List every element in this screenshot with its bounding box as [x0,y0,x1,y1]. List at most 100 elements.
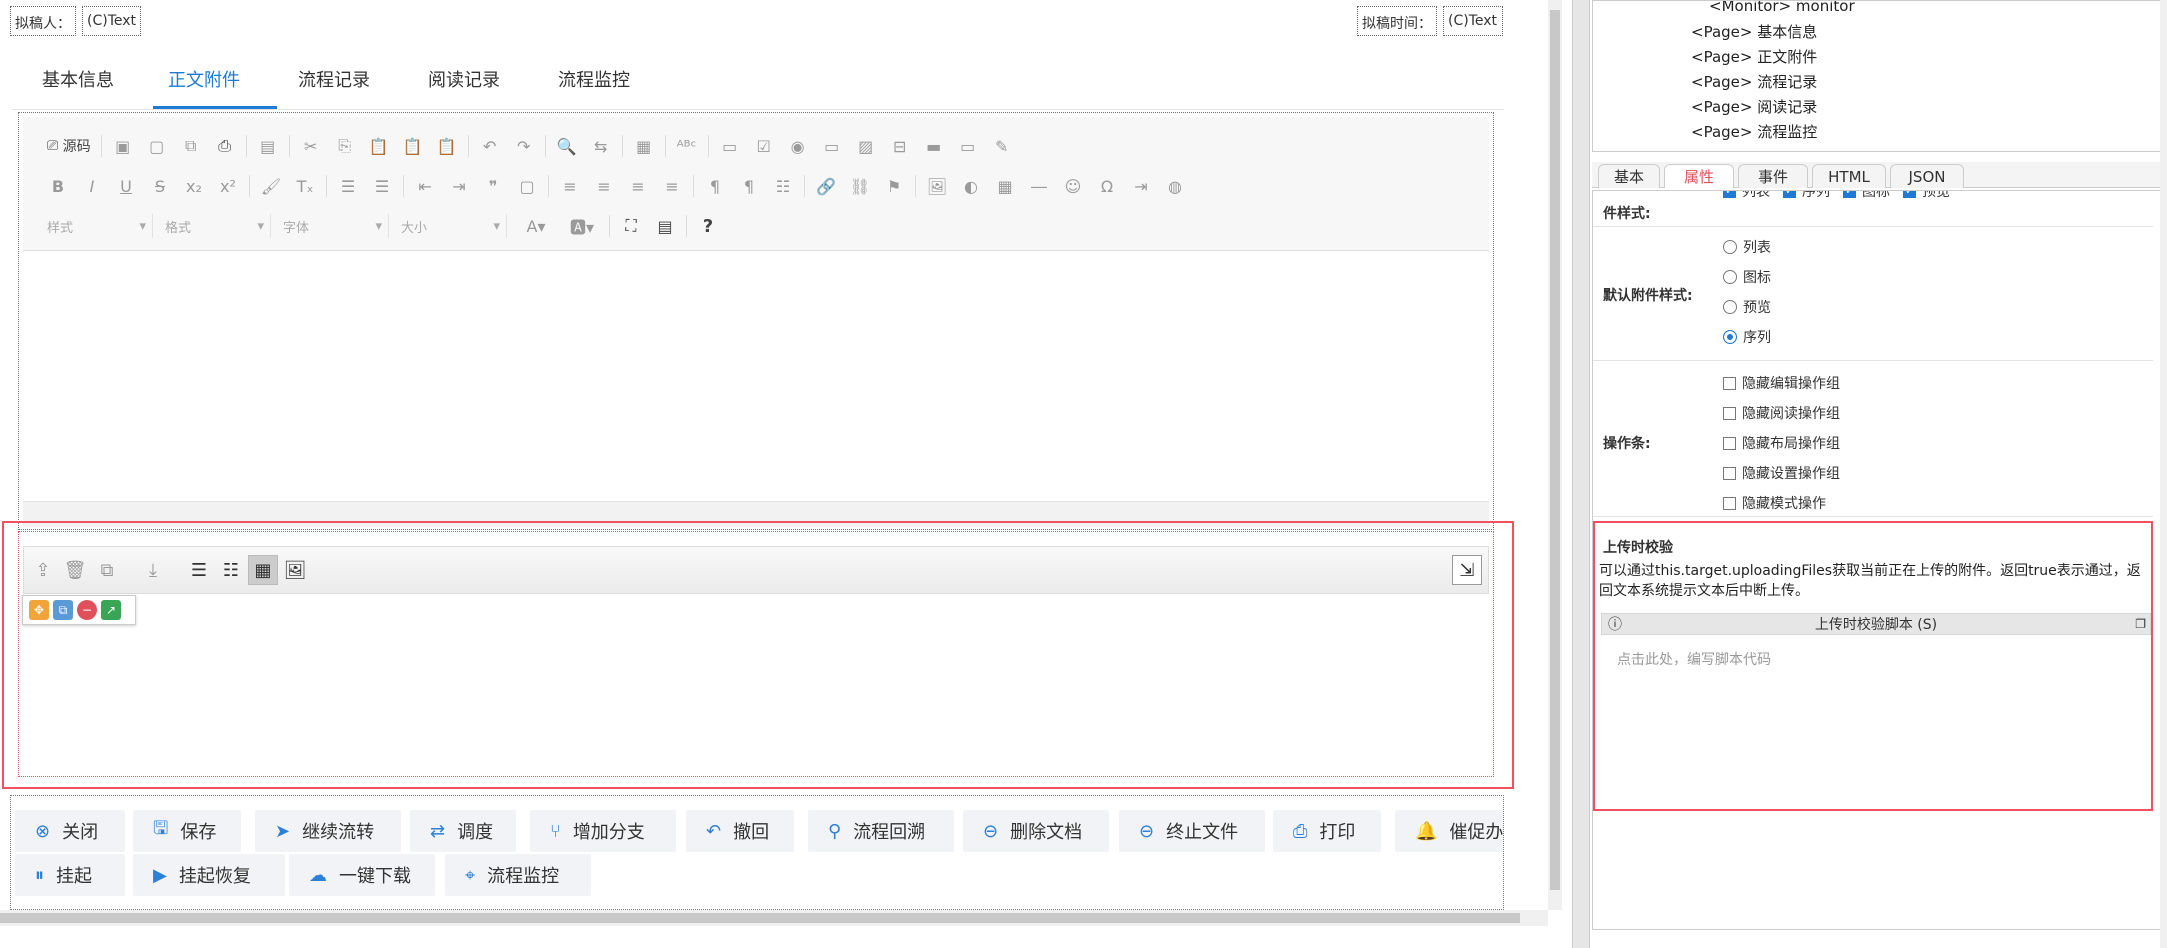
default-style-option[interactable]: 预览 [1723,297,1771,317]
align-left-icon[interactable]: ≡ [553,173,587,199]
italic-icon[interactable]: I [75,173,109,199]
list-view-icon[interactable]: ☰ [184,555,214,585]
tree-item[interactable]: <Page> 基本信息 [1691,21,1817,42]
checkbox-icon[interactable]: ☑ [747,133,781,159]
toolbar-option[interactable]: 隐藏阅读操作组 [1723,403,1840,423]
scroll-thumb[interactable] [1550,10,1560,890]
special-char-icon[interactable]: Ω [1090,173,1124,199]
button-icon[interactable]: ▬ [917,133,951,159]
textarea-icon[interactable]: ▨ [849,133,883,159]
superscript-icon[interactable]: x² [211,173,245,199]
redo-icon[interactable]: ↷ [507,133,541,159]
copy-component-icon[interactable]: ⧉ [53,600,73,620]
replace-icon[interactable]: ⇆ [584,133,618,159]
anchor-icon[interactable]: ⚑ [877,173,911,199]
tab-properties[interactable]: 属性 [1664,164,1734,188]
remove-format-icon[interactable]: Tₓ [288,173,322,199]
add-branch-button[interactable]: ⑂ 增加分支 [530,810,676,852]
toolbar-option[interactable]: 隐藏布局操作组 [1723,433,1840,453]
tab-json[interactable]: JSON [1890,164,1964,188]
unlink-icon[interactable]: ⛓ [843,173,877,199]
bg-color-icon[interactable]: 🅰▾ [559,213,605,239]
withdraw-button[interactable]: ↶ 撤回 [686,810,794,852]
page-break-icon[interactable]: ⇥ [1124,173,1158,199]
suspend-button[interactable]: ⏸ 挂起 [15,854,125,896]
align-center-icon[interactable]: ≡ [587,173,621,199]
restore-window-icon[interactable]: ❐ [2135,617,2146,631]
paste-text-icon[interactable]: 📋 [396,133,430,159]
rtl-icon[interactable]: ¶ [732,173,766,199]
save-icon[interactable]: ▣ [106,133,140,159]
script-editor-placeholder[interactable]: 点击此处，编写脚本代码 [1617,649,1771,669]
image-icon[interactable]: 🖼 [920,173,954,199]
hidden-field-icon[interactable]: ✎ [985,133,1019,159]
help-button[interactable]: ? [691,213,725,239]
canvas-vertical-scrollbar[interactable] [1548,0,1562,910]
paste-icon[interactable]: 📋 [362,133,396,159]
copy-icon[interactable]: ⎘ [328,133,362,159]
language-icon[interactable]: ☷ [766,173,800,199]
indent-icon[interactable]: ⇥ [442,173,476,199]
horizontal-rule-icon[interactable]: ― [1022,173,1056,199]
align-right-icon[interactable]: ≡ [621,173,655,199]
spellcheck-icon[interactable]: ᴬᴮᶜ [670,133,704,159]
default-style-option[interactable]: 图标 [1723,267,1771,287]
tab-basic-info[interactable]: 基本信息 [42,66,114,92]
default-style-option[interactable]: 序列 [1723,327,1771,347]
delete-component-icon[interactable]: − [77,600,97,620]
icon-view-icon[interactable]: ▦ [248,555,278,585]
draft-time-field[interactable]: (C)Text [1443,6,1503,36]
collapse-corner-icon[interactable]: ⇲ [1452,555,1482,585]
close-button[interactable]: ⊗ 关闭 [15,810,125,852]
select-all-icon[interactable]: ▦ [627,133,661,159]
attach-style-option[interactable]: ✓ 列表 [1723,191,1770,201]
resume-button[interactable]: ▶ 挂起恢复 [133,854,285,896]
tab-read-records[interactable]: 阅读记录 [428,66,500,92]
tree-item[interactable]: <Page> 正文附件 [1691,46,1817,67]
move-icon[interactable]: ✥ [29,600,49,620]
iframe-icon[interactable]: ◍ [1158,173,1192,199]
select-icon[interactable]: ⊟ [883,133,917,159]
outdent-icon[interactable]: ⇤ [408,173,442,199]
tree-item[interactable]: <Page> 流程记录 [1691,71,1817,92]
undo-icon[interactable]: ↶ [473,133,507,159]
terminate-file-button[interactable]: ⊖ 终止文件 [1119,810,1265,852]
tree-item[interactable]: <Monitor> monitor [1709,1,1855,15]
format-combo[interactable]: 格式 ▾ [159,214,271,238]
upload-icon[interactable]: ⇪ [28,555,58,585]
blockquote-icon[interactable]: ❞ [476,173,510,199]
div-container-icon[interactable]: ▢ [510,173,544,199]
drafter-field[interactable]: (C)Text [82,6,142,36]
default-style-option[interactable]: 列表 [1723,237,1771,257]
preview-view-icon[interactable]: 🖼 [280,555,310,585]
attach-style-option[interactable]: ✓ 预览 [1903,191,1950,201]
print-button[interactable]: ⎙ 打印 [1273,810,1381,852]
link-icon[interactable]: 🔗 [809,173,843,199]
property-panel-scrollbar[interactable] [2160,0,2167,948]
sequence-view-icon[interactable]: ☷ [216,555,246,585]
flow-monitor-button[interactable]: ⌖ 流程监控 [445,854,591,896]
flash-icon[interactable]: ◐ [954,173,988,199]
copy-format-icon[interactable]: 🖌 [254,173,288,199]
style-combo[interactable]: 样式 ▾ [41,214,153,238]
textfield-icon[interactable]: ▭ [815,133,849,159]
delete-doc-button[interactable]: ⊖ 删除文档 [963,810,1109,852]
radio-icon[interactable]: ◉ [781,133,815,159]
print-icon[interactable]: ⎙ [208,133,242,159]
size-combo[interactable]: 大小 ▾ [395,214,507,238]
show-blocks-icon[interactable]: ▤ [648,213,682,239]
tab-flow-records[interactable]: 流程记录 [298,66,370,92]
panel-splitter[interactable] [1572,0,1590,948]
templates-icon[interactable]: ▤ [251,133,285,159]
download-icon[interactable]: ⤓ [138,555,168,585]
font-combo[interactable]: 字体 ▾ [277,214,389,238]
editor-content-area[interactable] [23,253,1489,499]
attach-style-option[interactable]: ✓ 序列 [1783,191,1830,201]
align-justify-icon[interactable]: ≡ [655,173,689,199]
ltr-icon[interactable]: ¶ [698,173,732,199]
table-icon[interactable]: ▦ [988,173,1022,199]
subscript-icon[interactable]: x₂ [177,173,211,199]
bold-icon[interactable]: B [41,173,75,199]
strike-icon[interactable]: S [143,173,177,199]
toolbar-option[interactable]: 隐藏模式操作 [1723,493,1826,513]
